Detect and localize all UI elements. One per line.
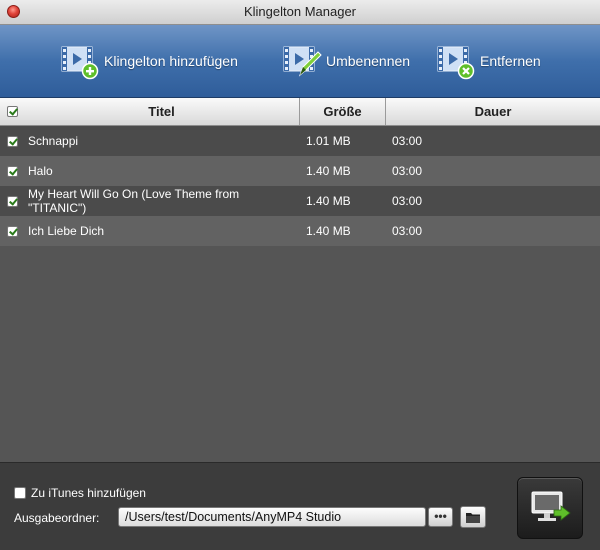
row-duration: 03:00	[392, 194, 423, 208]
row-size: 1.40 MB	[306, 164, 351, 178]
add-ringtone-label: Klingelton hinzufügen	[104, 53, 238, 69]
row-title: Halo	[28, 164, 53, 178]
row-title: Schnappi	[28, 134, 79, 148]
row-checkbox[interactable]	[7, 196, 18, 207]
add-to-itunes-label: Zu iTunes hinzufügen	[31, 486, 146, 500]
table-row[interactable]: Schnappi 1.01 MB 03:00	[0, 126, 600, 156]
column-header-title[interactable]: Titel	[24, 98, 300, 125]
rename-label: Umbenennen	[326, 53, 411, 69]
row-title: My Heart Will Go On (Love Theme from "TI…	[28, 187, 240, 215]
column-header-duration[interactable]: Dauer	[386, 98, 600, 125]
table-header: Titel Größe Dauer	[0, 98, 600, 126]
film-add-icon	[61, 46, 99, 80]
add-to-itunes-option[interactable]: Zu iTunes hinzufügen	[14, 486, 146, 500]
row-size: 1.40 MB	[306, 224, 351, 238]
remove-label: Entfernen	[480, 53, 541, 69]
row-duration: 03:00	[392, 164, 423, 178]
rename-button[interactable]: Umbenennen	[282, 41, 410, 81]
add-ringtone-button[interactable]: Klingelton hinzufügen	[60, 41, 238, 81]
film-edit-icon	[283, 46, 322, 77]
window-title: Klingelton Manager	[243, 4, 357, 19]
table-row[interactable]: Ich Liebe Dich 1.40 MB 03:00	[0, 216, 600, 246]
output-path-field[interactable]: /Users/test/Documents/AnyMP4 Studio	[118, 507, 426, 527]
add-to-itunes-checkbox[interactable]	[14, 487, 26, 499]
row-checkbox[interactable]	[7, 166, 18, 177]
row-checkbox[interactable]	[7, 226, 18, 237]
film-remove-icon	[437, 46, 475, 80]
table-row[interactable]: My Heart Will Go On (Love Theme from "TI…	[0, 186, 600, 216]
output-folder-label: Ausgabeordner:	[14, 511, 100, 525]
ringtone-list: Schnappi 1.01 MB 03:00 Halo 1.40 MB 03:0…	[0, 126, 600, 461]
row-size: 1.40 MB	[306, 194, 351, 208]
row-title: Ich Liebe Dich	[28, 224, 105, 238]
klingelton-manager-window: Klingelton Manager Klingelton hinzufügen	[0, 0, 600, 550]
browse-button[interactable]: •••	[428, 507, 453, 527]
row-checkbox[interactable]	[7, 136, 18, 147]
export-to-device-icon	[531, 491, 571, 521]
table-row[interactable]: Halo 1.40 MB 03:00	[0, 156, 600, 186]
bottom-panel: Zu iTunes hinzufügen Ausgabeordner: /Use…	[0, 462, 600, 550]
title-bar: Klingelton Manager	[0, 0, 600, 25]
remove-button[interactable]: Entfernen	[436, 41, 541, 81]
export-button[interactable]	[517, 477, 583, 539]
open-folder-button[interactable]	[460, 506, 486, 528]
row-duration: 03:00	[392, 224, 423, 238]
folder-icon	[466, 512, 480, 523]
row-size: 1.01 MB	[306, 134, 351, 148]
row-duration: 03:00	[392, 134, 423, 148]
column-header-size[interactable]: Größe	[300, 98, 386, 125]
select-all-cell	[0, 98, 24, 125]
select-all-checkbox[interactable]	[7, 106, 18, 117]
toolbar: Klingelton hinzufügen Umbenennen Entfern…	[0, 25, 600, 98]
